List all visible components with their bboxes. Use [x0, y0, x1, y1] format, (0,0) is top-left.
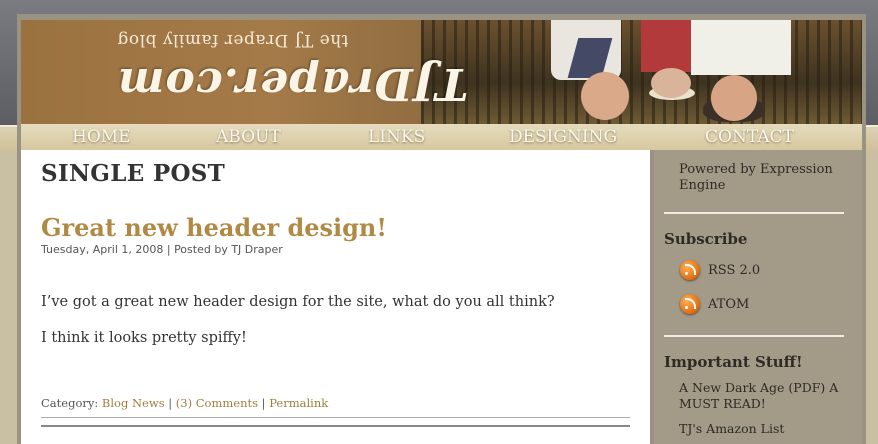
nav-links[interactable]: LINKS [368, 127, 425, 147]
main-content: SINGLE POST Great new header design! Tue… [21, 150, 650, 444]
post-meta: Tuesday, April 1, 2008 | Posted by TJ Dr… [41, 243, 283, 256]
subscribe-heading: Subscribe [664, 230, 748, 248]
site-logo[interactable]: TJDraper.com [117, 58, 468, 109]
permalink-link[interactable]: Permalink [269, 396, 328, 410]
divider [41, 425, 630, 427]
main-navigation: HOME ABOUT LINKS DESIGNING CONTACT [21, 124, 862, 150]
post-paragraph: I think it looks pretty spiffy! [41, 330, 247, 346]
feed-label: RSS 2.0 [708, 262, 761, 278]
sidebar-link-dark-age[interactable]: A New Dark Age (PDF) A MUST READ! [679, 380, 854, 412]
footer-separator: | [261, 396, 266, 410]
divider [41, 417, 630, 418]
nav-contact[interactable]: CONTACT [705, 127, 794, 147]
nav-designing[interactable]: DESIGNING [509, 127, 617, 147]
post-title[interactable]: Great new header design! [41, 213, 387, 242]
sidebar: Powered by Expression Engine Subscribe R… [654, 150, 862, 444]
rss-feed-icon [680, 260, 700, 280]
category-link[interactable]: Blog News [102, 396, 165, 410]
sidebar-link-amazon[interactable]: TJ's Amazon List [679, 421, 854, 437]
important-heading: Important Stuff! [664, 353, 803, 371]
feed-label: ATOM [708, 296, 750, 312]
powered-by-text: Powered by Expression Engine [679, 162, 833, 193]
section-title: SINGLE POST [41, 160, 226, 187]
category-label: Category: [41, 396, 99, 410]
nav-about[interactable]: ABOUT [216, 127, 281, 147]
rss-feed-icon [680, 294, 700, 314]
comments-link[interactable]: (3) Comments [176, 396, 258, 410]
footer-separator: | [168, 396, 173, 410]
page-container: the TJ Draper family blog TJDraper.com H… [17, 14, 866, 444]
post-body: I’ve got a great new header design for t… [41, 292, 555, 364]
site-tagline: the TJ Draper family blog [117, 30, 349, 50]
header-family-photo [541, 20, 801, 124]
post-footer: Category: Blog News | (3) Comments | Per… [41, 396, 328, 410]
sidebar-divider [664, 212, 844, 214]
post-paragraph: I’ve got a great new header design for t… [41, 294, 555, 310]
sidebar-divider [664, 335, 844, 337]
nav-home[interactable]: HOME [72, 127, 131, 147]
site-header: the TJ Draper family blog TJDraper.com [21, 20, 862, 124]
feed-link-atom[interactable]: ATOM [680, 294, 749, 314]
feed-link-rss[interactable]: RSS 2.0 [680, 260, 760, 280]
